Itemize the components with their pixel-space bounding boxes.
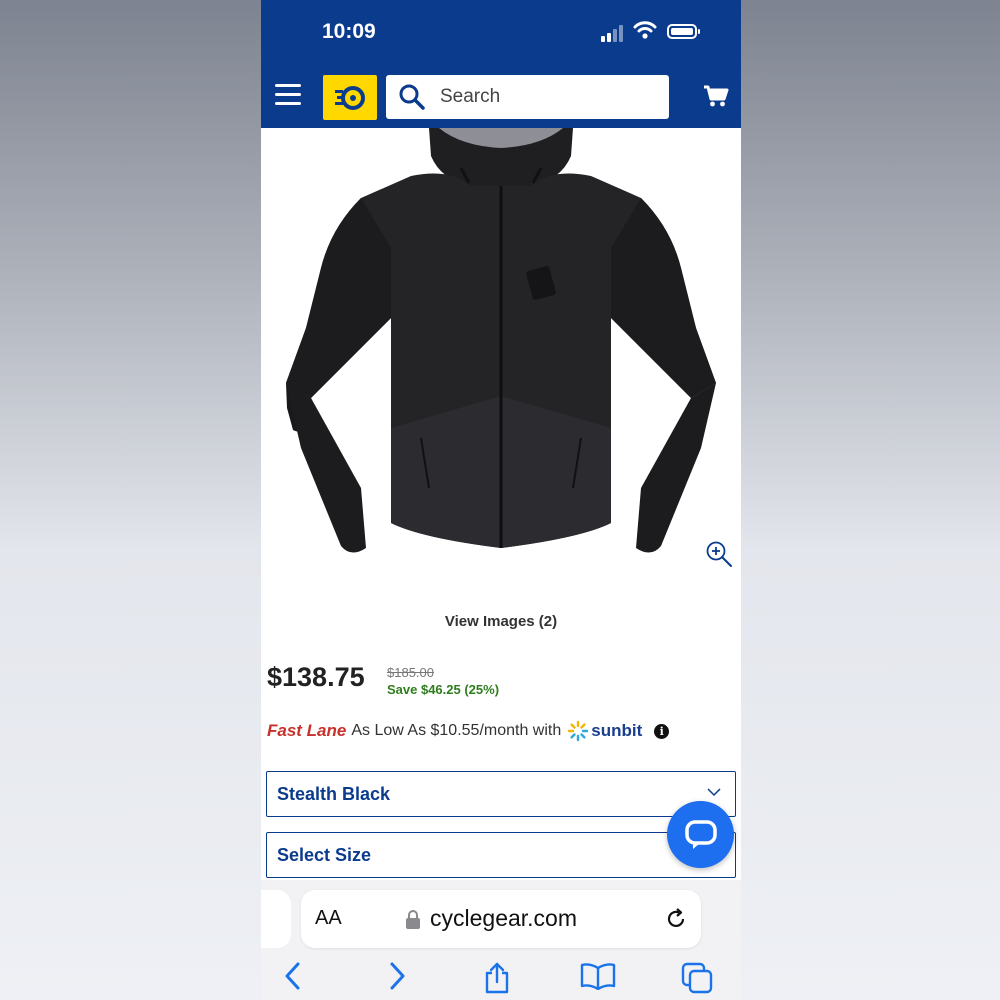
savings-text: Save $46.25 (25%): [387, 682, 500, 697]
financing-row: Fast Lane As Low As $10.55/month with su…: [267, 720, 670, 742]
background-left: [0, 0, 261, 1000]
fast-lane-brand: Fast Lane: [267, 721, 347, 740]
lock-icon: [406, 910, 420, 929]
chat-icon: [684, 819, 717, 849]
forward-icon[interactable]: [388, 962, 406, 995]
back-icon[interactable]: [284, 962, 302, 995]
url-text: cyclegear.com: [430, 905, 578, 931]
view-images-link[interactable]: View Images (2): [261, 613, 741, 630]
search-input[interactable]: [438, 85, 662, 109]
search-icon: [399, 84, 425, 110]
text-size-button[interactable]: AA: [315, 907, 342, 930]
color-select-value: Stealth Black: [277, 783, 391, 804]
zoom-in-icon[interactable]: [705, 540, 733, 568]
reload-icon[interactable]: [664, 907, 688, 931]
cart-icon[interactable]: [703, 84, 729, 108]
financing-text: As Low As $10.55/month with: [351, 722, 562, 739]
browser-nav-row: [261, 958, 741, 998]
search-box[interactable]: [386, 75, 669, 119]
menu-icon[interactable]: [275, 84, 301, 106]
bookmarks-icon[interactable]: [580, 962, 616, 995]
original-price: $185.00: [387, 665, 434, 680]
share-icon[interactable]: [483, 962, 511, 999]
product-image[interactable]: [261, 128, 741, 588]
wifi-icon: [633, 21, 657, 39]
status-time: 10:09: [322, 20, 376, 43]
phone-screen: 10:09 Search View Images (2) $138.75 $18…: [261, 0, 741, 1000]
background-right: [741, 0, 1000, 1000]
cyclegear-logo[interactable]: [323, 75, 377, 120]
url-bar[interactable]: AA cyclegear.com: [301, 890, 701, 948]
sunbit-sun-icon: [568, 720, 589, 742]
header-bar: 10:09: [261, 0, 741, 128]
size-select-label: Select Size: [277, 844, 372, 865]
chevron-down-icon: [707, 788, 721, 797]
browser-toolbar: AA cyclegear.com: [261, 880, 741, 1000]
battery-icon: [667, 24, 700, 39]
wheel-logo-icon: [335, 85, 365, 110]
sunbit-label: sunbit: [591, 721, 643, 740]
color-select[interactable]: Stealth Black: [266, 771, 736, 817]
sale-price: $138.75: [267, 662, 365, 692]
previous-tab-peek[interactable]: [261, 890, 291, 948]
chat-button[interactable]: [667, 801, 734, 868]
tabs-icon[interactable]: [681, 962, 713, 999]
sunbit-logo: sunbit: [567, 720, 642, 742]
info-icon[interactable]: i: [654, 723, 670, 739]
size-select[interactable]: Select Size: [266, 832, 736, 878]
signal-icon: [601, 24, 627, 42]
